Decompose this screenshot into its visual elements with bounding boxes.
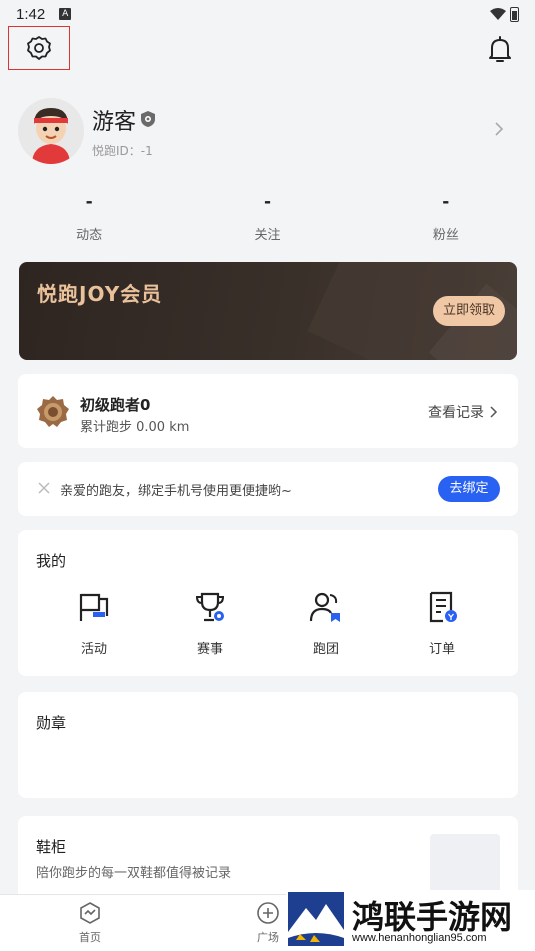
close-icon[interactable] (38, 482, 50, 494)
settings-button[interactable] (8, 26, 70, 70)
stat-posts[interactable]: - 动态 (0, 192, 178, 248)
bind-phone-text: 亲爱的跑友，绑定手机号使用更便捷哟~ (60, 484, 292, 499)
stat-followers[interactable]: - 粉丝 (357, 192, 535, 248)
vip-title: 悦跑JOY会员 (37, 282, 163, 306)
stats-row: - 动态 - 关注 - 粉丝 (0, 192, 535, 248)
level-name: 初级跑者0 (80, 396, 151, 414)
medals-card[interactable]: 勋章 (18, 692, 518, 798)
chevron-right-icon (495, 122, 504, 136)
stat-label: 动态 (76, 228, 103, 243)
group-icon (309, 592, 340, 622)
bind-phone-card: 亲爱的跑友，绑定手机号使用更便捷哟~ 去绑定 (18, 462, 518, 516)
mine-item-events[interactable]: 赛事 (152, 590, 268, 657)
avatar[interactable] (18, 98, 84, 164)
shoe-cabinet-title: 鞋柜 (36, 838, 67, 856)
stat-label: 关注 (254, 228, 281, 243)
shoe-cabinet-subtitle: 陪你跑步的每一双鞋都值得被记录 (36, 866, 232, 881)
home-icon (80, 902, 100, 924)
mine-grid: 活动 赛事 跑团 订单 (36, 590, 500, 657)
chevron-right-icon (490, 406, 498, 418)
shoe-thumbnail (430, 834, 500, 898)
gear-icon (27, 36, 51, 60)
bind-phone-button[interactable]: 去绑定 (438, 476, 500, 502)
runner-level-card[interactable]: 初级跑者0 累计跑步 0.00 km 查看记录 (18, 374, 518, 448)
top-bar (0, 26, 535, 72)
notification-icon: A (59, 8, 72, 20)
stat-value: - (442, 192, 450, 212)
battery-icon (510, 6, 519, 22)
total-distance: 累计跑步 0.00 km (80, 420, 190, 435)
mine-item-running-groups[interactable]: 跑团 (268, 590, 384, 657)
bell-icon[interactable] (487, 36, 513, 64)
view-records-link[interactable]: 查看记录 (428, 402, 498, 422)
user-id: 悦跑ID：-1 (92, 144, 153, 158)
stat-following[interactable]: - 关注 (178, 192, 356, 248)
nav-home[interactable]: 首页 (60, 901, 120, 945)
watermark: 鸿联手游网 www.henanhonglian95.com (286, 890, 535, 951)
vip-banner[interactable]: 悦跑JOY会员 立即领取 (19, 262, 517, 360)
watermark-url: www.henanhonglian95.com (352, 932, 487, 944)
mine-item-label: 赛事 (196, 642, 223, 657)
view-records-label: 查看记录 (428, 405, 484, 421)
wifi-icon (490, 8, 506, 20)
mine-item-label: 跑团 (312, 642, 339, 657)
mine-item-activities[interactable]: 活动 (36, 590, 152, 657)
mine-item-orders[interactable]: 订单 (384, 590, 500, 657)
trophy-icon (195, 592, 225, 622)
stat-value: - (85, 192, 93, 212)
stat-label: 粉丝 (432, 228, 459, 243)
avatar-image (18, 98, 84, 164)
shield-badge-icon (141, 111, 155, 127)
mine-item-label: 活动 (80, 642, 107, 657)
username: 游客 (92, 110, 137, 135)
status-bar: 1:42 A (0, 0, 535, 28)
level-badge-icon (37, 396, 69, 427)
mine-title: 我的 (36, 552, 67, 570)
order-icon (429, 591, 457, 623)
medals-title: 勋章 (36, 714, 67, 732)
profile-header[interactable]: 游客 悦跑ID：-1 (18, 98, 518, 166)
status-right (490, 6, 519, 22)
watermark-logo (288, 892, 344, 946)
vip-claim-button[interactable]: 立即领取 (433, 296, 505, 326)
plus-circle-icon (257, 902, 279, 924)
nav-label: 首页 (79, 931, 101, 944)
status-time: 1:42 (16, 5, 46, 23)
flag-icon (79, 593, 109, 621)
mine-card: 我的 活动 赛事 跑团 订单 (18, 530, 518, 676)
stat-value: - (263, 192, 272, 212)
mine-item-label: 订单 (428, 642, 455, 657)
